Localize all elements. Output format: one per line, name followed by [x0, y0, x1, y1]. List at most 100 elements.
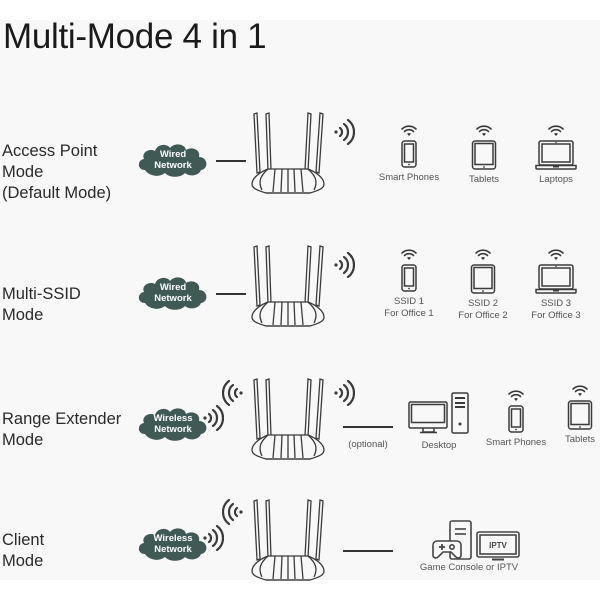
- cloud-text: Network: [154, 160, 192, 171]
- signal-waves: [334, 379, 356, 407]
- device-label: SSID 2: [467, 298, 499, 309]
- signal-waves: [221, 379, 243, 407]
- phone-icon-wrap: [376, 124, 442, 168]
- wired-network-cloud: Wired Network: [137, 273, 209, 313]
- mode-label-line: Mode: [2, 163, 44, 181]
- wifi-in-icon: [221, 379, 244, 411]
- mode-label-range-extender: Range Extender Mode: [2, 409, 121, 451]
- mode-label-line: Client: [2, 531, 45, 549]
- tablet-icon: [471, 140, 497, 170]
- router-icon: [248, 497, 328, 588]
- wifi-icon: [548, 125, 564, 136]
- wifi-out-icon: [202, 524, 225, 556]
- optional-wired-line: [343, 426, 393, 428]
- mode-label-line: (Default Mode): [2, 184, 112, 202]
- mode-label-line: Mode: [2, 552, 44, 570]
- device-smartphone: Smart Phones: [376, 124, 442, 184]
- signal-waves: [221, 498, 243, 526]
- device-tablet: Tablets: [455, 124, 513, 186]
- signal-waves: [334, 251, 356, 279]
- device-label: Desktop: [421, 440, 457, 451]
- phone-icon-wrap: [376, 248, 442, 292]
- mode-label-line: Mode: [2, 306, 44, 324]
- wifi-out-icon: [333, 118, 356, 150]
- router-graphic: [251, 245, 325, 327]
- router-graphic: [251, 499, 325, 581]
- optional-label: (optional): [348, 439, 388, 450]
- device-label: For Office 3: [531, 310, 581, 321]
- device-smartphone: Smart Phones: [481, 389, 551, 449]
- router-graphic: [251, 378, 325, 460]
- cloud-text: Wired: [159, 149, 187, 160]
- router-icon: [248, 110, 328, 201]
- wifi-icon: [401, 125, 417, 136]
- device-smartphone: SSID 1 For Office 1: [376, 248, 442, 320]
- device-label: Laptops: [539, 174, 573, 185]
- tablet-icon: [470, 264, 496, 294]
- wifi-icon: [401, 249, 417, 260]
- desktop-icon: [408, 392, 469, 434]
- smartphone-icon: [401, 264, 417, 292]
- device-label: Tablets: [564, 434, 596, 445]
- mode-label-line: Multi-SSID: [2, 285, 81, 303]
- desktop-icon-wrap: [406, 392, 472, 436]
- mode-label-access-point: Access Point Mode (Default Mode): [2, 141, 111, 204]
- wired-network-cloud: Wired Network: [137, 140, 209, 180]
- mode-label-line: Range Extender: [2, 410, 122, 428]
- mode-label-client: Client Mode: [2, 530, 44, 572]
- signal-waves: [203, 524, 225, 552]
- wired-connection-line: [216, 160, 246, 162]
- device-label: Smart Phones: [485, 437, 547, 448]
- tablet-icon: [567, 400, 593, 430]
- device-tablet: Tablets: [560, 384, 600, 446]
- device-laptop: SSID 3 For Office 3: [523, 248, 589, 322]
- laptop-icon: [535, 264, 577, 294]
- signal-waves: [334, 118, 356, 146]
- wireless-network-cloud: Wireless Network: [137, 404, 209, 444]
- device-label: For Office 1: [384, 308, 434, 319]
- wireless-network-cloud: Wireless Network: [137, 524, 209, 564]
- cloud-text: Network: [154, 544, 192, 555]
- tablet-icon-wrap: [560, 384, 600, 430]
- wifi-icon: [572, 385, 588, 396]
- wired-connection-line: [343, 550, 393, 552]
- device-label: Game Console or IPTV: [419, 562, 519, 573]
- device-console-iptv: IPTV Game Console or IPTV: [420, 520, 530, 574]
- mode-label-line: Access Point: [2, 142, 98, 160]
- device-label: SSID 1: [393, 296, 425, 307]
- wifi-icon: [475, 249, 491, 260]
- tablet-icon-wrap: [455, 124, 513, 170]
- device-label: SSID 3: [540, 298, 572, 309]
- wifi-icon: [508, 390, 524, 401]
- wifi-icon: [548, 249, 564, 260]
- wired-connection-line: [216, 293, 246, 295]
- phone-icon-wrap: [481, 389, 551, 433]
- device-tablet: SSID 2 For Office 2: [452, 248, 514, 322]
- iptv-screen-text: IPTV: [489, 541, 507, 550]
- laptop-icon-wrap: [523, 248, 589, 294]
- wifi-out-icon: [333, 379, 356, 411]
- smartphone-icon: [508, 405, 524, 433]
- router-graphic: [251, 112, 325, 194]
- wifi-icon: [476, 125, 492, 136]
- device-label: Smart Phones: [378, 172, 440, 183]
- cloud-text: Wired: [159, 282, 187, 293]
- device-laptop: Laptops: [525, 124, 587, 186]
- cloud-text: Network: [154, 424, 192, 435]
- cloud-text: Wireless: [153, 533, 193, 544]
- mode-label-multi-ssid: Multi-SSID Mode: [2, 284, 81, 326]
- device-label: Tablets: [468, 174, 500, 185]
- device-label: For Office 2: [458, 310, 508, 321]
- smartphone-icon: [401, 140, 417, 168]
- device-desktop: Desktop: [406, 392, 472, 452]
- tablet-icon-wrap: [452, 248, 514, 294]
- router-icon: [248, 376, 328, 467]
- page-title: Multi-Mode 4 in 1: [3, 17, 267, 56]
- wifi-in-icon: [221, 498, 244, 530]
- cloud-text: Wireless: [153, 413, 193, 424]
- laptop-icon-wrap: [525, 124, 587, 170]
- cloud-text: Network: [154, 293, 192, 304]
- wifi-out-icon: [333, 251, 356, 283]
- wifi-out-icon: [202, 404, 225, 436]
- router-icon: [248, 243, 328, 334]
